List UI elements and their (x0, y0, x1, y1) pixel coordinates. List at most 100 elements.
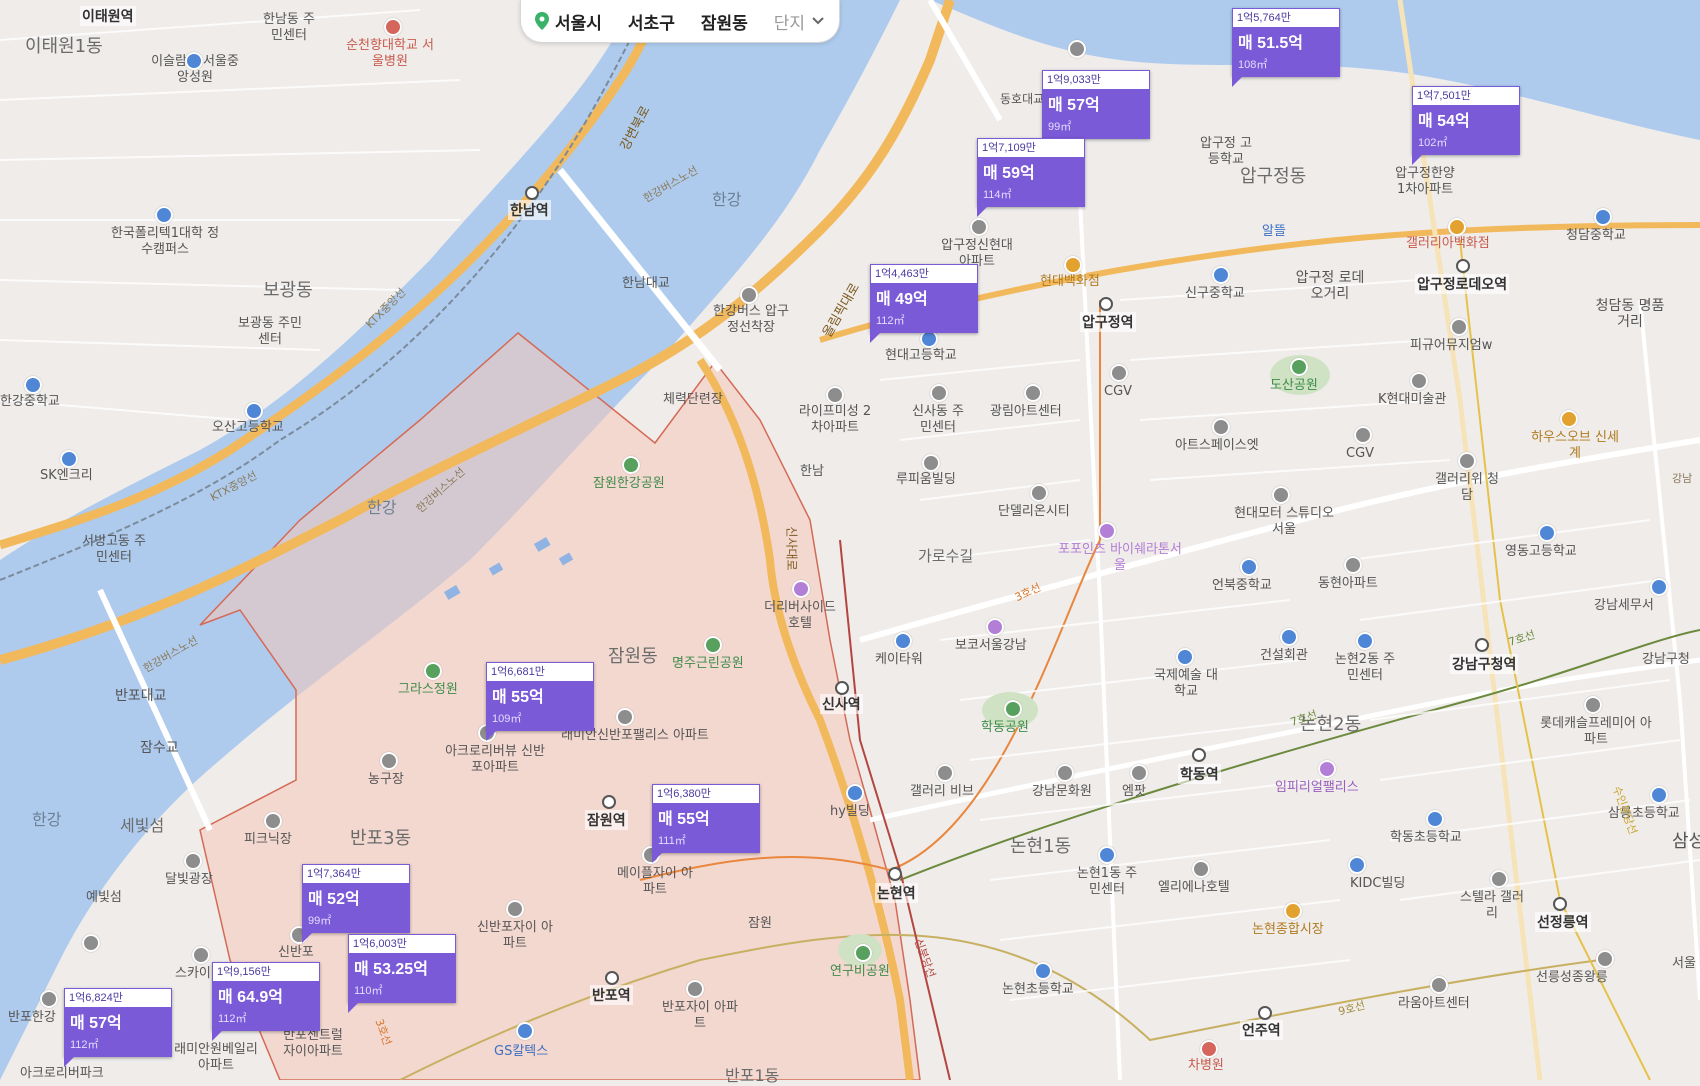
marker-sinhyundai[interactable] (970, 218, 988, 236)
marker-gallery-vive[interactable] (936, 764, 954, 782)
poi-galleria[interactable]: 갤러리아백화점 (1406, 236, 1490, 252)
station-eonju[interactable]: 언주역 (1240, 1020, 1283, 1040)
marker-hakdong-park[interactable] (1004, 700, 1022, 718)
poi-hannam-ic[interactable]: 한남 (800, 464, 824, 480)
poi-cheongdam-luxury[interactable]: 청담동 명품거리 (1595, 298, 1665, 330)
poi-nonhyeon1-center[interactable]: 논현1동 주민센터 (1072, 866, 1142, 898)
poi-k-museum[interactable]: K현대미술관 (1378, 392, 1446, 408)
poi-lupium[interactable]: 루피움빌딩 (896, 472, 956, 488)
poi-hannam-bridge[interactable]: 한남대교 (622, 276, 670, 292)
poi-kookje-art[interactable]: 국제예술 대학교 (1154, 668, 1218, 700)
poi-cheongdam-middle[interactable]: 청담중학교 (1566, 228, 1626, 244)
station-apgujeong[interactable]: 압구정역 (1080, 312, 1136, 332)
poi-eonbuk-middle[interactable]: 언북중학교 (1212, 578, 1272, 594)
marker-shinsegae[interactable] (1560, 410, 1578, 428)
poi-bogwang-center[interactable]: 보광동 주민센터 (238, 316, 302, 348)
poi-banpo-bridge[interactable]: 반포대교 (115, 688, 167, 704)
poi-art-space-et[interactable]: 아트스페이스엣 (1175, 438, 1259, 454)
listing-card[interactable]: 1억9,156만 매 64.9억 112㎡ (212, 962, 320, 1041)
poi-stella-gallery[interactable]: 스텔라 갤러리 (1460, 890, 1524, 922)
marker-galleria[interactable] (1448, 218, 1466, 236)
marker-construction[interactable] (1280, 628, 1298, 646)
marker-nonhyeon1-center[interactable] (1098, 846, 1116, 864)
listing-card[interactable]: 1억6,380만 매 55억 111㎡ (652, 784, 760, 863)
poi-cha-hospital[interactable]: 차병원 (1188, 1058, 1224, 1074)
marker-school-6[interactable] (1212, 266, 1230, 284)
marker-figure[interactable] (1450, 318, 1468, 336)
poi-nonhyeon-market[interactable]: 논현종합시장 (1252, 922, 1324, 938)
poi-apgujeong-high[interactable]: 압구정 고등학교 (1198, 136, 1254, 168)
poi-altteul[interactable]: 알뜰 (1262, 224, 1286, 240)
poi-acro-riverview[interactable]: 아크로리버뷰 신반포아파트 (445, 744, 545, 776)
region-breadcrumb-bar[interactable]: 서울시 서초구 잠원동 단지 (520, 0, 841, 43)
marker-yeongubi[interactable] (854, 944, 872, 962)
marker-apartment-1[interactable] (616, 708, 634, 726)
poi-kidc-building[interactable]: KIDC빌딩 (1350, 876, 1405, 892)
poi-hangang-middle[interactable]: 한강중학교 (0, 394, 60, 410)
listing-card[interactable]: 1억7,364만 매 52억 99㎡ (302, 864, 410, 943)
poi-hy-building[interactable]: hy빌딩 (830, 804, 870, 820)
poi-imperial-palace[interactable]: 임피리얼팰리스 (1275, 780, 1359, 796)
poi-dosan-park[interactable]: 도산공원 (1270, 378, 1318, 394)
marker-building-4[interactable] (922, 454, 940, 472)
poi-sky[interactable]: 스카이 (175, 966, 211, 982)
marker-building-5[interactable] (1030, 484, 1048, 502)
poi-gangnam-tax[interactable]: 강남세무서 (1594, 598, 1654, 614)
station-nonhyeon[interactable]: 논현역 (875, 883, 918, 903)
poi-hakdong-elem[interactable]: 학동초등학교 (1390, 830, 1462, 846)
poi-yeongdong-high[interactable]: 영동고등학교 (1505, 544, 1577, 560)
listing-card[interactable]: 1억7,109만 매 59억 114㎡ (977, 138, 1085, 217)
listing-card[interactable]: 1억5,764만 매 51.5억 108㎡ (1232, 8, 1340, 87)
marker-school-1[interactable] (185, 52, 203, 70)
poi-seonreung-royal-tomb[interactable]: 선릉성종왕릉 (1536, 970, 1608, 986)
marker-apartment-6[interactable] (1068, 40, 1086, 58)
station-sinsa[interactable]: 신사역 (820, 694, 863, 714)
poi-cgv-2[interactable]: CGV (1346, 446, 1374, 462)
poi-singu-middle[interactable]: 신구중학교 (1185, 286, 1245, 302)
poi-moonlight-plaza[interactable]: 달빛광장 (165, 872, 213, 888)
marker-art-space[interactable] (1212, 418, 1230, 436)
marker-royal-tomb[interactable] (1596, 950, 1614, 968)
station-banpo[interactable]: 반포역 (590, 985, 633, 1005)
marker-dosan-park[interactable] (1290, 358, 1308, 376)
marker-sk-1[interactable] (60, 450, 78, 468)
poi-raum-art[interactable]: 라움아트센터 (1398, 996, 1470, 1012)
marker-school-13[interactable] (1034, 962, 1052, 980)
marker-nonhyeon2-center[interactable] (1356, 632, 1374, 650)
poi-seobinggo-center[interactable]: 서빙고동 주민센터 (78, 534, 150, 566)
marker-basketball[interactable] (380, 752, 398, 770)
poi-sinbanpo-xi[interactable]: 신반포자이 아파트 (475, 920, 555, 952)
poi-yebitseom[interactable]: 예빛섬 (86, 890, 122, 906)
marker-hyundai-motor[interactable] (1272, 486, 1290, 504)
poi-gwanglim-art[interactable]: 광림아트센터 (990, 404, 1062, 420)
poi-yeongubi-park[interactable]: 연구비공원 (830, 964, 890, 980)
station-hannam[interactable]: 한남역 (508, 200, 551, 220)
poi-samseong-edge[interactable]: 삼성 (1672, 833, 1700, 851)
poi-lotte-castle[interactable]: 롯데캐슬프레미어 아파트 (1536, 716, 1656, 748)
poi-banpo-central-xi[interactable]: 반포센트럴 자이아파트 (278, 1028, 348, 1060)
marker-building-1[interactable] (826, 386, 844, 404)
marker-school-12[interactable] (1426, 810, 1444, 828)
poi-gallery-vive[interactable]: 갤러리 비브 (910, 784, 974, 800)
marker-gallery-wi[interactable] (1458, 452, 1476, 470)
poi-gs-caltex[interactable]: GS칼텍스 (494, 1044, 548, 1060)
marker-k-tower[interactable] (894, 632, 912, 650)
marker-school-9[interactable] (1538, 524, 1556, 542)
marker-eliena[interactable] (1192, 860, 1210, 878)
marker-banpo-hangang[interactable] (40, 990, 58, 1008)
poi-hakdong-park[interactable]: 학동공원 (981, 720, 1029, 736)
marker-picnic-1[interactable] (264, 812, 282, 830)
poi-hyundai-motor-studio[interactable]: 현대모터 스튜디오서울 (1234, 506, 1334, 538)
poi-banpo-xi[interactable]: 반포자이 아파트 (660, 1000, 740, 1032)
marker-hy-building[interactable] (846, 784, 864, 802)
poi-construction-hall[interactable]: 건설회관 (1260, 648, 1308, 664)
listing-card[interactable]: 1억6,003만 매 53.25억 110㎡ (348, 934, 456, 1013)
poi-seoul-edge[interactable]: 서울 (1672, 956, 1696, 972)
marker-four-points[interactable] (1098, 522, 1116, 540)
marker-tax-office[interactable] (1650, 578, 1668, 596)
marker-voco[interactable] (986, 618, 1004, 636)
marker-park-1[interactable] (622, 456, 640, 474)
poi-gangnam-gu-office[interactable]: 강남구청 (1642, 652, 1690, 668)
complex-dropdown[interactable]: 단지 (774, 9, 825, 34)
poi-basketball[interactable]: 농구장 (368, 772, 404, 788)
